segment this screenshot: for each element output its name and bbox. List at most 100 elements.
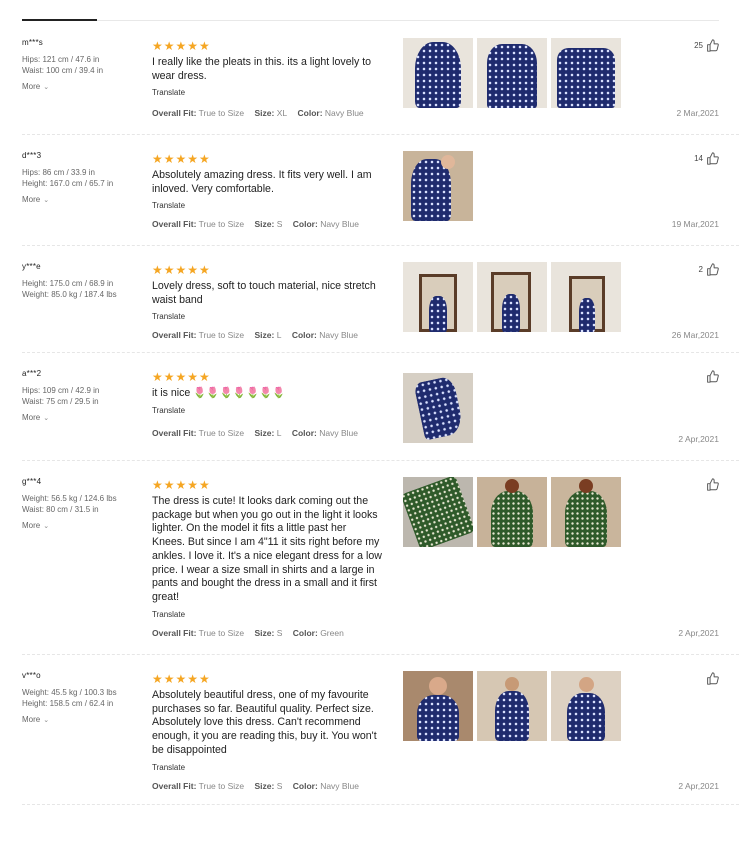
review-photo[interactable]	[403, 373, 473, 443]
more-label: More	[22, 413, 41, 422]
size-key: Size:	[254, 330, 275, 340]
review-content: ★★★★★ I really like the pleats in this. …	[152, 39, 382, 98]
reviewer-attr: Hips: 86 cm / 33.9 in	[22, 168, 95, 177]
size-value: L	[276, 330, 282, 340]
more-toggle[interactable]: More ⌄	[22, 81, 49, 93]
fit-key: Overall Fit:	[152, 781, 197, 791]
more-toggle[interactable]: More ⌄	[22, 194, 49, 206]
translate-link[interactable]: Translate	[152, 201, 382, 210]
review-date: 2 Apr,2021	[678, 628, 719, 638]
review-photos	[403, 477, 621, 547]
color-key: Color:	[291, 428, 317, 438]
chevron-down-icon: ⌄	[43, 84, 50, 91]
translate-link[interactable]: Translate	[152, 763, 382, 772]
size-value: S	[276, 219, 283, 229]
review-text: I really like the pleats in this. its a …	[152, 56, 372, 82]
review-item: g***4 Weight: 56.5 kg / 124.6 lbs Waist:…	[22, 461, 739, 655]
like-button[interactable]: 2	[699, 263, 719, 276]
reviewer-name: g***4	[22, 477, 42, 486]
chevron-down-icon: ⌄	[43, 523, 50, 530]
size-key: Size:	[254, 628, 275, 638]
reviewer-attr: Weight: 45.5 kg / 100.3 lbs	[22, 688, 117, 697]
reviewer-attr: Hips: 109 cm / 42.9 in	[22, 386, 100, 395]
more-label: More	[22, 195, 41, 204]
review-date: 26 Mar,2021	[671, 330, 719, 340]
size-value: L	[276, 428, 282, 438]
fit-value: True to Size	[198, 108, 245, 118]
like-button[interactable]: 25	[694, 39, 719, 52]
tabs-divider	[22, 20, 719, 21]
review-item: y***e Height: 175.0 cm / 68.9 in Weight:…	[22, 246, 739, 353]
review-photo[interactable]	[551, 477, 621, 547]
review-photos	[403, 373, 473, 443]
review-photo[interactable]	[551, 671, 621, 741]
review-photo[interactable]	[477, 671, 547, 741]
translate-link[interactable]: Translate	[152, 88, 382, 97]
review-item: a***2 Hips: 109 cm / 42.9 in Waist: 75 c…	[22, 353, 739, 461]
review-photo[interactable]	[403, 671, 473, 741]
review-photo[interactable]	[477, 262, 547, 332]
size-value: S	[276, 628, 283, 638]
review-photo[interactable]	[477, 38, 547, 108]
like-button[interactable]	[703, 672, 719, 685]
review-photo[interactable]	[403, 151, 473, 221]
color-value: Navy Blue	[320, 781, 359, 791]
like-button[interactable]	[703, 370, 719, 383]
review-photos	[403, 671, 621, 741]
reviewer-attr: Hips: 121 cm / 47.6 in	[22, 55, 100, 64]
like-count: 25	[694, 41, 703, 50]
review-meta: Overall Fit: True to Size Size: XL Color…	[152, 108, 364, 118]
review-photos	[403, 38, 621, 108]
review-item: d***3 Hips: 86 cm / 33.9 in Height: 167.…	[22, 135, 739, 246]
color-value: Green	[320, 628, 344, 638]
review-photo[interactable]	[477, 477, 547, 547]
review-date: 2 Apr,2021	[678, 434, 719, 444]
more-toggle[interactable]: More ⌄	[22, 714, 49, 726]
thumbs-up-icon	[707, 263, 719, 276]
review-photo[interactable]	[403, 38, 473, 108]
more-label: More	[22, 521, 41, 530]
reviewer-info: m***s Hips: 121 cm / 47.6 in Waist: 100 …	[22, 38, 147, 94]
review-text: Lovely dress, soft to touch material, ni…	[152, 280, 376, 306]
fit-key: Overall Fit:	[152, 628, 197, 638]
reviewer-info: d***3 Hips: 86 cm / 33.9 in Height: 167.…	[22, 151, 147, 207]
more-toggle[interactable]: More ⌄	[22, 412, 49, 424]
size-key: Size:	[254, 781, 275, 791]
fit-value: True to Size	[198, 781, 245, 791]
reviewer-attr: Weight: 85.0 kg / 187.4 lbs	[22, 289, 117, 299]
reviewer-name: m***s	[22, 38, 44, 47]
review-date: 2 Apr,2021	[678, 781, 719, 791]
review-photo[interactable]	[403, 262, 473, 332]
review-photo[interactable]	[551, 262, 621, 332]
review-photo[interactable]	[551, 38, 621, 108]
more-toggle[interactable]: More ⌄	[22, 520, 49, 532]
rating-stars: ★★★★★	[152, 39, 211, 53]
like-count: 14	[694, 154, 703, 163]
review-photos	[403, 151, 473, 221]
like-button[interactable]	[703, 478, 719, 491]
reviewer-attr: Waist: 80 cm / 31.5 in	[22, 504, 99, 514]
thumbs-up-icon	[707, 672, 719, 685]
like-button[interactable]: 14	[694, 152, 719, 165]
size-value: S	[276, 781, 283, 791]
color-value: Navy Blue	[319, 330, 358, 340]
size-key: Size:	[254, 428, 275, 438]
review-text: Absolutely beautiful dress, one of my fa…	[152, 689, 377, 756]
chevron-down-icon: ⌄	[43, 415, 50, 422]
size-key: Size:	[254, 219, 275, 229]
color-value: Navy Blue	[319, 428, 358, 438]
reviewer-attr: Height: 158.5 cm / 62.4 in	[22, 698, 114, 708]
rating-stars: ★★★★★	[152, 370, 211, 384]
chevron-down-icon: ⌄	[43, 717, 50, 724]
more-label: More	[22, 82, 41, 91]
review-meta: Overall Fit: True to Size Size: L Color:…	[152, 428, 358, 438]
translate-link[interactable]: Translate	[152, 610, 382, 619]
color-value: Navy Blue	[320, 219, 359, 229]
translate-link[interactable]: Translate	[152, 406, 382, 415]
translate-link[interactable]: Translate	[152, 312, 382, 321]
review-meta: Overall Fit: True to Size Size: S Color:…	[152, 781, 359, 791]
color-key: Color:	[291, 330, 317, 340]
review-photo[interactable]	[403, 477, 473, 547]
size-key: Size:	[254, 108, 275, 118]
reviewer-attr: Waist: 100 cm / 39.4 in	[22, 65, 104, 75]
